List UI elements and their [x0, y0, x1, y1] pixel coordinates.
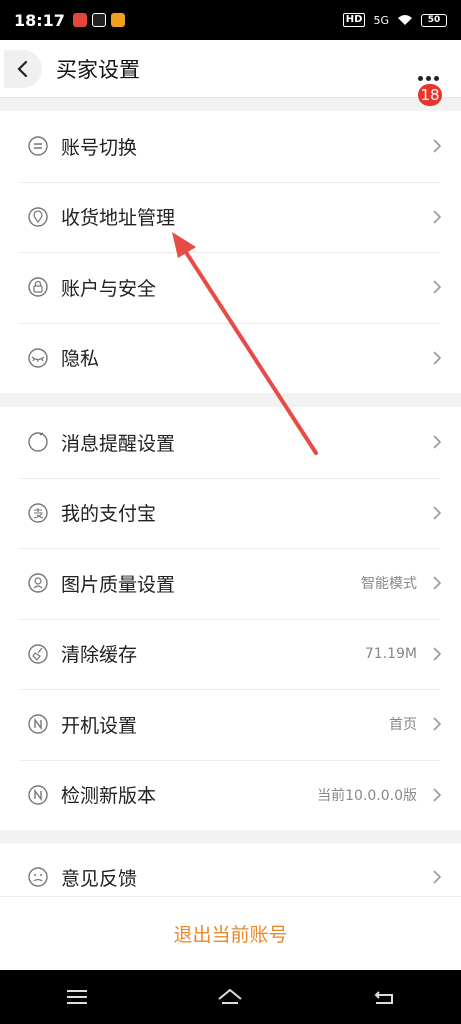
settings-group-2: 消息提醒设置 我的支付宝 图片质量设置 智能模式 清除缓存 71.19M 开机设…: [0, 407, 461, 830]
tiktok-notification-icon: [91, 13, 106, 27]
more-button[interactable]: [413, 54, 443, 84]
header: 买家设置 18: [0, 40, 461, 106]
logout-button[interactable]: 退出当前账号: [173, 920, 287, 947]
wifi-icon: [398, 15, 412, 25]
menu-item-label: 账号切换: [61, 136, 138, 159]
location-pin-icon: [27, 206, 49, 228]
version-n-icon: [27, 784, 49, 806]
menu-item-label: 图片质量设置: [61, 573, 176, 596]
menu-item-label: 账户与安全: [61, 277, 157, 300]
chevron-left-icon: [17, 60, 28, 77]
page-title: 买家设置: [56, 57, 140, 82]
battery-icon: 50: [421, 13, 447, 27]
menu-item-label: 我的支付宝: [61, 503, 157, 526]
startup-n-icon: [27, 713, 49, 735]
menu-item-account-security[interactable]: 账户与安全: [0, 252, 461, 323]
back-button[interactable]: [4, 49, 42, 88]
menu-item-label: 隐私: [61, 348, 100, 371]
chevron-right-icon: [433, 280, 442, 294]
broom-icon: [27, 643, 49, 665]
logout-bar: 退出当前账号: [0, 896, 461, 970]
menu-item-label: 收货地址管理: [61, 207, 176, 230]
menu-item-label: 消息提醒设置: [61, 432, 176, 455]
chevron-right-icon: [433, 647, 442, 661]
menu-item-startup-settings[interactable]: 开机设置 首页: [0, 689, 461, 760]
menu-item-value: 首页: [389, 717, 417, 734]
menu-item-notification-settings[interactable]: 消息提醒设置: [0, 407, 461, 478]
alipay-icon: [27, 502, 49, 524]
settings-group-3: 意见反馈: [0, 843, 461, 896]
eye-closed-icon: [27, 347, 49, 369]
menu-nav-icon[interactable]: [63, 985, 91, 1009]
chevron-right-icon: [433, 210, 442, 224]
settings-group-1: 账号切换 收货地址管理 账户与安全 隐私: [0, 111, 461, 393]
bell-icon: [27, 431, 49, 453]
menu-item-address-management[interactable]: 收货地址管理: [0, 181, 461, 253]
menu-item-clear-cache[interactable]: 清除缓存 71.19M: [0, 618, 461, 690]
menu-item-label: 意见反馈: [61, 867, 138, 890]
menu-item-feedback[interactable]: 意见反馈: [0, 843, 461, 896]
menu-item-label: 开机设置: [61, 714, 138, 737]
chevron-right-icon: [433, 139, 442, 153]
app-notification-icon: [72, 13, 87, 27]
lock-icon: [27, 276, 49, 298]
chevron-right-icon: [433, 870, 442, 884]
menu-item-label: 清除缓存: [61, 644, 138, 667]
chevron-right-icon: [433, 717, 442, 731]
network-indicator: 5G: [373, 13, 389, 27]
menu-item-value: 智能模式: [361, 576, 417, 593]
switch-account-icon: [27, 135, 49, 157]
status-time: 18:17: [14, 10, 65, 30]
menu-item-image-quality[interactable]: 图片质量设置 智能模式: [0, 548, 461, 619]
hd-badge: HD: [342, 13, 366, 27]
more-dots-icon: [417, 76, 439, 81]
chevron-right-icon: [433, 576, 442, 590]
menu-item-label: 检测新版本: [61, 785, 157, 808]
menu-item-privacy[interactable]: 隐私: [0, 322, 461, 394]
back-nav-icon[interactable]: [370, 985, 398, 1009]
menu-item-account-switch[interactable]: 账号切换: [0, 111, 461, 182]
status-bar: 18:17 HD 5G 50: [0, 0, 461, 40]
chevron-right-icon: [433, 788, 442, 802]
menu-item-check-version[interactable]: 检测新版本 当前10.0.0.0版: [0, 759, 461, 831]
menu-item-alipay[interactable]: 我的支付宝: [0, 477, 461, 549]
chevron-right-icon: [433, 351, 442, 365]
system-nav-bar: [0, 970, 461, 1024]
menu-item-value: 当前10.0.0.0版: [317, 787, 417, 804]
feedback-face-icon: [27, 866, 49, 888]
menu-item-value: 71.19M: [364, 645, 417, 662]
message-count-badge: 18: [418, 84, 442, 106]
home-nav-icon[interactable]: [216, 985, 244, 1009]
weibo-notification-icon: [110, 13, 125, 27]
notification-icons: [72, 13, 125, 27]
image-quality-icon: [27, 572, 49, 594]
chevron-right-icon: [433, 435, 442, 449]
chevron-right-icon: [433, 506, 442, 520]
